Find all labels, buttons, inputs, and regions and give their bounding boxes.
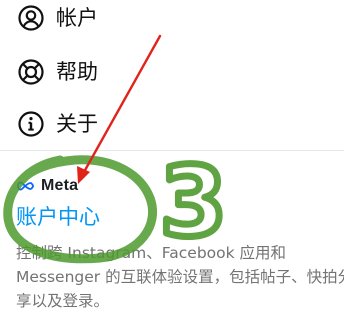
account-circle-icon (18, 5, 44, 31)
menu-item-label: 帮助 (56, 60, 98, 84)
meta-logo-text: Meta (41, 177, 79, 194)
menu-item-label: 关于 (56, 112, 98, 136)
help-lifebuoy-icon (18, 59, 44, 85)
meta-logo: Meta (16, 177, 78, 195)
menu-item-label: 帐户 (56, 6, 98, 30)
meta-accounts-center-section[interactable]: Meta 账户中心 控制跨 Instagram、Facebook 应用和 Mes… (0, 151, 344, 326)
info-icon (18, 111, 44, 137)
accounts-center-link[interactable]: 账户中心 (16, 203, 100, 231)
meta-infinity-icon (17, 181, 34, 191)
menu-item-help[interactable]: 帮助 (0, 46, 344, 98)
menu-item-about[interactable]: 关于 (0, 98, 344, 150)
menu-item-account[interactable]: 帐户 (0, 0, 344, 44)
accounts-center-description: 控制跨 Instagram、Facebook 应用和 Messenger 的互联… (16, 244, 344, 310)
